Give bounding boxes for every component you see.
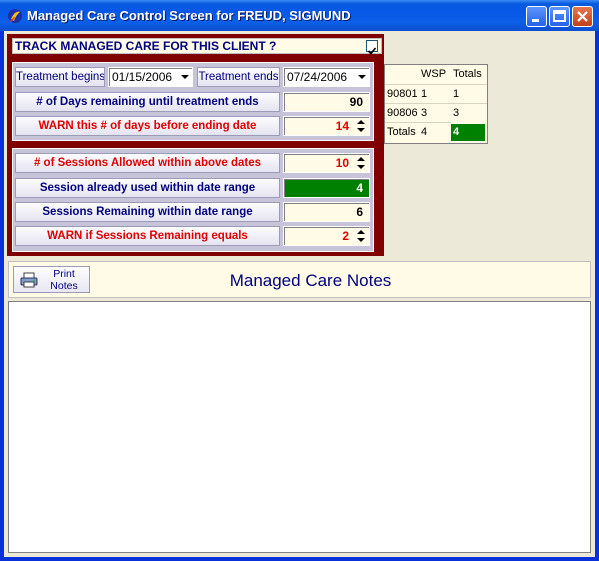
treatment-begins-label: Treatment begins [15,67,105,87]
printer-icon [20,272,38,288]
window-title: Managed Care Control Screen for FREUD, S… [27,8,351,23]
grid-cell: 3 [451,103,487,122]
notes-title: Managed Care Notes [229,271,392,290]
spinner-icon[interactable] [355,118,367,134]
grid-total-cell: 4 [451,124,485,141]
grid-cell: Totals [385,122,419,141]
print-label-line2: Notes [50,280,78,292]
sessions-used-label: Session already used within date range [15,178,280,198]
checkmark-icon [367,47,377,55]
grid-cell: 90801 [385,84,419,103]
treatment-ends-value: 07/24/2006 [287,70,348,84]
warn-sessions-label: WARN if Sessions Remaining equals [15,226,280,246]
grid-cell: 3 [419,103,451,122]
grid-header-cell: Totals [453,68,482,80]
grid-cell: 4 [419,122,451,141]
app-icon [8,9,22,23]
grid-cell: 90806 [385,103,419,122]
warn-sessions-field[interactable]: 2 [283,226,370,246]
days-remaining-label: # of Days remaining until treatment ends [15,92,280,112]
warn-days-field[interactable]: 14 [283,116,370,136]
warn-days-label: WARN this # of days before ending date [15,116,280,136]
print-notes-button[interactable]: Print Notes [13,266,90,293]
sessions-panel: # of Sessions Allowed within above dates… [12,148,374,252]
maximize-icon [553,10,566,22]
print-notes-label: Print Notes [42,268,86,292]
sessions-allowed-field[interactable]: 10 [283,153,370,173]
track-managed-care-label: TRACK MANAGED CARE FOR THIS CLIENT ? [15,39,277,53]
grid-cell: 1 [451,84,487,103]
close-icon [577,11,588,22]
dropdown-arrow-icon[interactable] [358,75,366,79]
grid-header-cell: WSP [421,68,447,80]
grid-cell: 1 [419,84,451,103]
notes-header: Managed Care Notes Print Notes [8,261,591,298]
warn-days-value: 14 [335,119,349,133]
sessions-remaining-label: Sessions Remaining within date range [15,202,280,222]
client-area: TRACK MANAGED CARE FOR THIS CLIENT ? Tre… [4,31,595,557]
print-label-line1: Print [53,268,75,280]
sessions-used-field: 4 [283,178,370,198]
warn-sessions-value: 2 [342,229,349,243]
sessions-allowed-label: # of Sessions Allowed within above dates [15,153,280,173]
treatment-begins-value: 01/15/2006 [112,70,173,84]
sessions-allowed-value: 10 [335,156,349,170]
track-managed-care-checkbox[interactable] [366,40,378,55]
treatment-ends-label: Treatment ends [197,67,280,87]
days-remaining-field: 90 [283,92,370,112]
track-managed-care-row[interactable]: TRACK MANAGED CARE FOR THIS CLIENT ? [12,38,382,55]
grid-header-cell [385,65,417,84]
minimize-icon [532,19,539,22]
close-button[interactable] [572,6,593,27]
treatment-dates-panel: Treatment begins 01/15/2006 Treatment en… [12,62,374,141]
managed-care-panel: TRACK MANAGED CARE FOR THIS CLIENT ? Tre… [7,34,384,256]
minimize-button[interactable] [526,6,547,27]
spinner-icon[interactable] [355,155,367,171]
app-window: Managed Care Control Screen for FREUD, S… [0,0,599,561]
summary-grid: WSP Totals 90801 1 1 90806 3 3 Totals 4 … [384,64,488,144]
treatment-begins-dropdown[interactable]: 01/15/2006 [108,67,193,87]
notes-textarea[interactable] [8,301,591,553]
treatment-ends-dropdown[interactable]: 07/24/2006 [283,67,370,87]
spinner-icon[interactable] [355,228,367,244]
title-bar[interactable]: Managed Care Control Screen for FREUD, S… [0,0,599,31]
dropdown-arrow-icon[interactable] [181,75,189,79]
maximize-button[interactable] [549,6,570,27]
sessions-remaining-field: 6 [283,202,370,222]
